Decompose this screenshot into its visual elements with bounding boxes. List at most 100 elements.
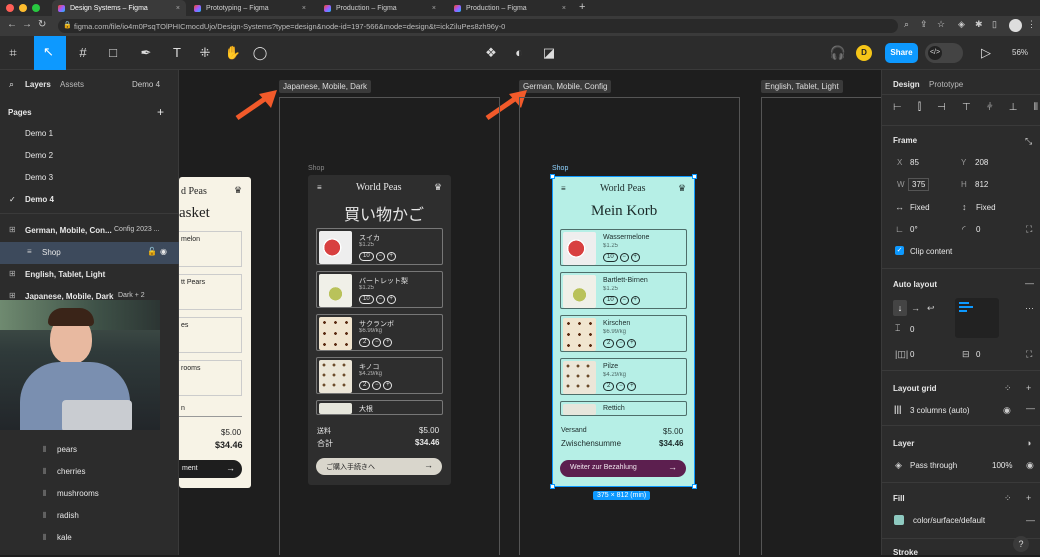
height-mode-select[interactable]: Fixed — [976, 203, 996, 212]
minus-icon[interactable]: − — [372, 338, 381, 347]
share-button[interactable]: Share — [885, 43, 918, 63]
zoom-level[interactable]: 56% — [1012, 48, 1028, 57]
headphones-icon[interactable]: 🎧 — [829, 44, 847, 62]
grid-styles-icon[interactable]: ⁘ — [1004, 383, 1012, 394]
tab-layers[interactable]: Layers — [25, 80, 51, 89]
page-item-demo-4[interactable]: ✓ Demo 4 — [0, 189, 179, 211]
close-tab-icon[interactable]: × — [562, 5, 566, 12]
checkout-button[interactable]: ご購入手続きへ → — [316, 458, 442, 475]
list-item[interactable]: Kirschen $6.99/kg 2−+ — [560, 315, 687, 352]
close-tab-icon[interactable]: × — [176, 5, 180, 12]
align-bottom-icon[interactable]: ⊥ — [1009, 102, 1018, 116]
light-phone-preview[interactable]: d Peas ♛ asket melon tt Pears es rooms n… — [179, 177, 251, 488]
layer-kale[interactable]: ⫴ kale — [0, 527, 179, 549]
quantity-stepper[interactable]: 2−+ — [603, 339, 636, 348]
layer-radish[interactable]: ⫴ radish — [0, 505, 179, 527]
design-canvas[interactable]: Japanese, Mobile, Dark German, Mobile, C… — [179, 70, 881, 555]
list-item[interactable]: n — [179, 403, 242, 417]
present-icon[interactable]: ▷ — [977, 44, 995, 62]
align-right-icon[interactable]: ⊣ — [937, 102, 946, 116]
align-top-icon[interactable]: ⊤ — [962, 102, 971, 116]
page-item-demo-2[interactable]: Demo 2 — [0, 145, 179, 167]
horizontal-padding-input[interactable]: 0 — [910, 350, 914, 359]
fill-swatch[interactable] — [894, 515, 904, 525]
search-icon[interactable]: ⌕ — [9, 79, 14, 90]
clip-content-checkbox[interactable]: ✓ — [895, 246, 904, 255]
distribute-icon[interactable]: ⦀ — [1034, 102, 1038, 116]
minus-icon[interactable]: − — [620, 296, 629, 305]
maximize-window-button[interactable] — [32, 4, 40, 12]
japanese-phone[interactable]: ≡ World Peas ♛ 買い物かご スイカ $1.25 10−+ バートレ… — [308, 175, 451, 485]
frame-label-japanese[interactable]: Japanese, Mobile, Dark — [279, 80, 371, 93]
help-button[interactable]: ? — [1013, 536, 1029, 552]
move-tool-button[interactable]: ↖ — [34, 36, 66, 70]
pen-tool-icon[interactable]: ✒ — [137, 44, 155, 62]
quantity-stepper[interactable]: 10−+ — [603, 296, 640, 305]
plus-icon[interactable]: + — [631, 296, 640, 305]
quantity-stepper[interactable]: 10−+ — [603, 253, 640, 262]
list-item[interactable]: tt Pears — [179, 274, 242, 310]
close-tab-icon[interactable]: × — [302, 5, 306, 12]
plus-icon[interactable]: + — [627, 382, 636, 391]
more-options-icon[interactable]: ⋯ — [1025, 303, 1034, 314]
variable-mode-badge[interactable]: Config 2023 ... — [114, 226, 160, 233]
tab-assets[interactable]: Assets — [60, 80, 84, 89]
list-item[interactable]: キノコ $4.29/kg 2−+ — [316, 357, 443, 394]
add-page-button[interactable]: + — [157, 105, 164, 119]
close-tab-icon[interactable]: × — [432, 5, 436, 12]
browser-tab-production[interactable]: Production – Figma × — [318, 0, 442, 16]
visibility-icon[interactable]: ◉ — [1003, 405, 1011, 416]
list-item[interactable]: 大根 — [316, 400, 443, 415]
x-position-input[interactable]: 85 — [910, 158, 919, 167]
checkout-button[interactable]: Weiter zur Bezahlung → — [560, 460, 686, 477]
visibility-icon[interactable]: ◉ — [1026, 460, 1034, 471]
user-avatar[interactable]: D — [856, 45, 872, 61]
quantity-stepper[interactable]: 2−+ — [603, 382, 636, 391]
list-item[interactable]: Wassermelone $1.25 10−+ — [560, 229, 687, 266]
layer-pears[interactable]: ⫴ pears — [0, 439, 179, 461]
components-icon[interactable]: ⁜ — [196, 44, 214, 62]
height-input[interactable]: 812 — [975, 180, 988, 189]
layer-mushrooms[interactable]: ⫴ mushrooms — [0, 483, 179, 505]
align-center-v-icon[interactable]: ⫩ — [987, 102, 993, 116]
remove-auto-layout-icon[interactable]: — — [1025, 278, 1034, 288]
independent-corners-icon[interactable]: ⛶ — [1026, 224, 1032, 235]
gap-input[interactable]: 0 — [910, 325, 914, 334]
y-position-input[interactable]: 208 — [975, 158, 988, 167]
list-item[interactable]: Pilze $4.29/kg 2−+ — [560, 358, 687, 395]
menu-icon[interactable]: ≡ — [561, 184, 566, 193]
opacity-input[interactable]: 100% — [992, 461, 1012, 470]
page-item-demo-1[interactable]: Demo 1 — [0, 123, 179, 145]
fill-variable-name[interactable]: color/surface/default — [913, 516, 985, 525]
tab-prototype[interactable]: Prototype — [929, 80, 963, 89]
frame-label-german[interactable]: German, Mobile, Config — [519, 80, 611, 93]
basket-icon[interactable]: ♛ — [678, 183, 686, 194]
profile-avatar[interactable] — [1009, 19, 1022, 32]
blend-mode-select[interactable]: Pass through — [910, 461, 957, 470]
vertical-padding-input[interactable]: 0 — [976, 350, 980, 359]
url-field[interactable]: 🔒 figma.com/file/io4m0PsqTOlPHICmocdUjo/… — [58, 19, 898, 33]
unlock-icon[interactable]: 🔓 — [147, 247, 157, 256]
direction-horizontal-icon[interactable]: → — [911, 303, 920, 313]
quantity-stepper[interactable]: 10−+ — [359, 295, 396, 304]
layout-grid-value[interactable]: 3 columns (auto) — [910, 406, 970, 415]
contrast-icon[interactable]: ◐ — [510, 44, 528, 62]
zoom-browser-icon[interactable]: ⌕ — [904, 19, 909, 30]
browser-tab-prototyping[interactable]: Prototyping – Figma × — [188, 0, 312, 16]
list-item[interactable]: rooms — [179, 360, 242, 396]
layer-cherries[interactable]: ⫴ cherries — [0, 461, 179, 483]
alignment-grid[interactable] — [955, 298, 999, 338]
layer-shop[interactable]: ≡ Shop 🔓 ◉ — [0, 242, 179, 264]
plus-icon[interactable]: + — [383, 338, 392, 347]
boolean-ops-icon[interactable]: ◪ — [540, 44, 558, 62]
new-tab-button[interactable]: + — [579, 1, 585, 13]
tab-design[interactable]: Design — [893, 80, 920, 89]
puzzle-icon[interactable]: ✱ — [975, 19, 983, 30]
basket-icon[interactable]: ♛ — [434, 182, 442, 193]
list-item[interactable]: Bartlett-Birnen $1.25 10−+ — [560, 272, 687, 309]
corner-radius-input[interactable]: 0 — [976, 225, 980, 234]
layer-english-tablet-light[interactable]: ⊞ English, Tablet, Light — [0, 264, 179, 286]
checkout-button[interactable]: ment → — [179, 460, 242, 478]
forward-icon[interactable]: → — [22, 19, 32, 30]
plus-icon[interactable]: + — [383, 381, 392, 390]
